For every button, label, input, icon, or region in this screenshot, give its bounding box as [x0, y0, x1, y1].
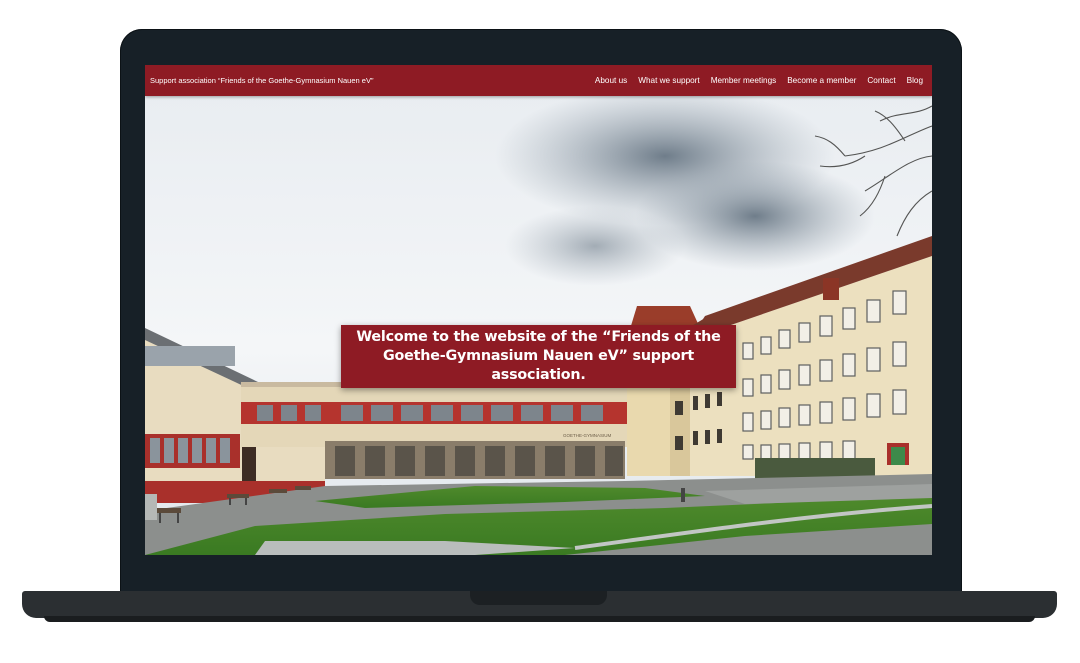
- nav-link-contact[interactable]: Contact: [867, 76, 895, 85]
- laptop-base-notch: [470, 591, 607, 605]
- welcome-banner: Welcome to the website of the “Friends o…: [341, 325, 736, 388]
- laptop-base-shadow: [44, 616, 1035, 622]
- hero-image: GOETHE-GYMNASIUM Welcome to the website …: [145, 96, 932, 555]
- laptop-screen: Support association “Friends of the Goet…: [145, 65, 932, 555]
- nav-link-blog[interactable]: Blog: [907, 76, 923, 85]
- nav-link-become-a-member[interactable]: Become a member: [787, 76, 856, 85]
- nav-link-member-meetings[interactable]: Member meetings: [711, 76, 777, 85]
- nav-menu: About us What we support Member meetings…: [595, 76, 932, 85]
- building-sign: GOETHE-GYMNASIUM: [563, 433, 612, 438]
- nav-link-about-us[interactable]: About us: [595, 76, 627, 85]
- nav-link-what-we-support[interactable]: What we support: [638, 76, 699, 85]
- top-navbar: Support association “Friends of the Goet…: [145, 65, 932, 96]
- site-brand[interactable]: Support association “Friends of the Goet…: [145, 76, 373, 85]
